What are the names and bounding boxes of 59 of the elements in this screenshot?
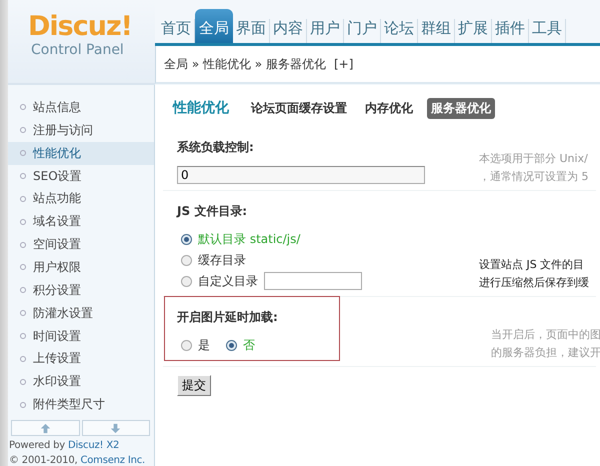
logo-title: Discuz! [28,12,132,42]
sidebar-item[interactable]: 时间设置 [8,324,154,348]
product-link[interactable]: Discuz! X2 [68,440,120,452]
sidebar-item[interactable]: 积分设置 [8,278,154,302]
nav-tab[interactable]: 门户 [344,19,381,43]
radio-label[interactable]: 缓存目录 [198,252,246,268]
nav-tab[interactable]: 扩展 [455,19,492,43]
nav-tab[interactable]: 用户 [307,19,344,43]
up-arrow-icon [38,422,52,435]
powered-by-text: Powered by [9,440,65,452]
sidebar-item[interactable]: 附件类型尺寸 [8,393,154,416]
radio-button[interactable] [181,276,192,286]
sidebar-item[interactable]: 防灌水设置 [8,302,154,325]
company-link[interactable]: Comsenz Inc. [80,455,145,466]
setting-label: 系统负载控制: [177,139,255,156]
sidebar-item[interactable]: 上传设置 [8,347,154,370]
help-text: 设置站点 JS 文件的目 [479,257,586,272]
sidebar-item[interactable]: 性能优化 [8,142,154,165]
submit-button[interactable]: 提交 [177,375,211,396]
nav-tab[interactable]: 群组 [418,19,455,43]
input-field[interactable] [264,272,362,290]
help-text: 当开启后，页面中的图 [491,327,600,342]
nav-tab[interactable]: 工具 [529,19,566,43]
page-title: 性能优化 [173,99,229,117]
page-tab[interactable]: 内存优化 [361,98,417,118]
radio-button[interactable] [181,234,192,244]
nav-tab[interactable]: 论坛 [381,19,418,43]
radio-label[interactable]: 是 [198,336,210,354]
add-shortcut-link[interactable]: [+] [334,57,354,71]
sidebar-item[interactable]: SEO设置 [8,164,154,188]
sidebar-item[interactable]: 站点功能 [8,187,154,210]
sidebar-item[interactable]: 域名设置 [8,210,154,234]
copyright-text: © 2001-2010, [9,455,78,466]
nav-tab[interactable]: 插件 [492,19,529,43]
input-field[interactable]: 0 [177,166,425,184]
sidebar-item[interactable]: 注册与访问 [8,118,154,142]
setting-label: JS 文件目录: [177,203,248,220]
nav-tab[interactable]: 界面 [233,19,270,43]
radio-label[interactable]: 自定义目录 [198,272,258,290]
page-tab[interactable]: 服务器优化 [427,98,495,118]
help-text: 进行压缩然后保存到缓 [479,275,589,290]
radio-button[interactable] [226,340,237,350]
help-text: 本选项用于部分 Unix/ [479,151,588,166]
scroll-up-button[interactable] [11,420,80,436]
setting-label: 开启图片延时加载: [177,309,279,326]
nav-tab[interactable]: 全局 [195,9,233,43]
sidebar-item[interactable]: 站点信息 [8,96,154,119]
radio-button[interactable] [181,340,192,350]
scroll-down-button[interactable] [82,420,150,436]
sidebar-item[interactable]: 用户权限 [8,256,154,279]
page-tab[interactable]: 论坛页面缓存设置 [247,98,351,118]
down-arrow-icon [109,422,122,435]
help-text: ，通常情况可设置为 5 [479,169,588,184]
logo-subtitle: Control Panel [31,42,124,58]
radio-button[interactable] [181,254,192,266]
breadcrumb: 全局 » 性能优化 » 服务器优化 [164,56,326,72]
nav-tab[interactable]: 内容 [270,19,307,43]
sidebar-item[interactable]: 空间设置 [8,233,154,256]
sidebar-item[interactable]: 水印设置 [8,370,154,394]
